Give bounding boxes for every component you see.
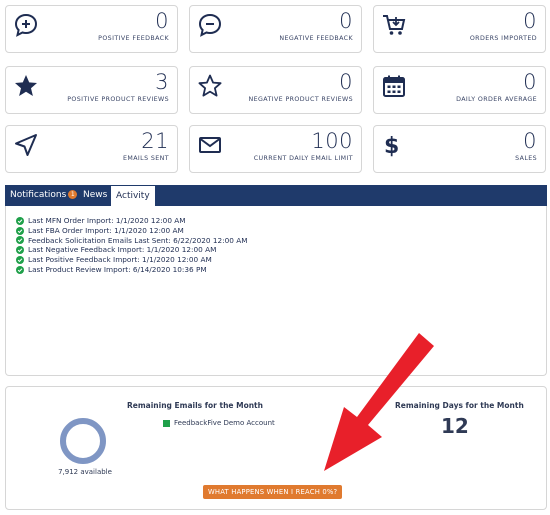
stat-value: 0	[339, 9, 353, 33]
stat-card-emails-sent[interactable]: 21 EMAILS SENT	[5, 125, 178, 173]
legend-label: FeedbackFive Demo Account	[174, 419, 275, 427]
dollar-icon: $	[384, 134, 399, 158]
tab-notifications[interactable]: Notifications 1	[5, 185, 82, 206]
tab-news[interactable]: News	[78, 185, 112, 206]
check-circle-icon	[16, 236, 24, 245]
remaining-emails-title: Remaining Emails for the Month	[127, 401, 263, 410]
star-outline-icon	[198, 74, 222, 97]
stat-value: 100	[311, 129, 353, 153]
cart-icon	[383, 15, 406, 35]
legend: FeedbackFive Demo Account	[163, 419, 275, 427]
activity-text: Last Positive Feedback Import: 1/1/2020 …	[28, 255, 212, 265]
stat-value: 0	[155, 9, 169, 33]
stat-label: SALES	[515, 155, 537, 162]
stat-card-positive-feedback[interactable]: 0 POSITIVE FEEDBACK	[5, 5, 178, 53]
stat-card-orders-imported[interactable]: 0 ORDERS IMPORTED	[373, 5, 546, 53]
stat-label: POSITIVE FEEDBACK	[98, 35, 169, 42]
stat-card-positive-product-reviews[interactable]: 3 POSITIVE PRODUCT REVIEWS	[5, 66, 178, 114]
envelope-icon	[199, 137, 221, 153]
star-filled-icon	[15, 75, 37, 96]
stat-label: NEGATIVE FEEDBACK	[279, 35, 353, 42]
stat-label: ORDERS IMPORTED	[469, 35, 537, 42]
svg-text:$: $	[384, 134, 399, 158]
stat-card-negative-product-reviews[interactable]: 0 NEGATIVE PRODUCT REVIEWS	[189, 66, 362, 114]
activity-text: Last FBA Order Import: 1/1/2020 12:00 AM	[28, 225, 184, 235]
stat-value: 3	[155, 70, 169, 94]
stat-value: 21	[141, 129, 169, 153]
stat-card-daily-order-average[interactable]: 0 DAILY ORDER AVERAGE	[373, 66, 546, 114]
remaining-days-value: 12	[441, 414, 469, 438]
notification-badge: 1	[68, 190, 78, 199]
tab-activity[interactable]: Activity	[110, 185, 156, 207]
list-item: Last Negative Feedback Import: 1/1/2020 …	[16, 245, 248, 255]
tab-label: Activity	[116, 191, 150, 201]
list-item: Last Product Review Import: 6/14/2020 10…	[16, 265, 248, 275]
stat-card-daily-email-limit[interactable]: 100 CURRENT DAILY EMAIL LIMIT	[189, 125, 362, 173]
list-item: Last Positive Feedback Import: 1/1/2020 …	[16, 255, 248, 265]
check-circle-icon	[16, 216, 24, 225]
donut-percent-label: 99%	[75, 438, 91, 446]
stat-label: EMAILS SENT	[122, 155, 169, 162]
activity-text: Last Negative Feedback Import: 1/1/2020 …	[28, 245, 217, 255]
remaining-emails-donut: 99%	[60, 418, 106, 464]
stat-label: NEGATIVE PRODUCT REVIEWS	[248, 96, 353, 103]
check-circle-icon	[16, 256, 24, 265]
what-happens-button[interactable]: WHAT HAPPENS WHEN I REACH 0%?	[203, 485, 343, 499]
stat-value: 0	[523, 129, 537, 153]
send-icon	[15, 134, 37, 156]
legend-swatch	[163, 419, 170, 427]
check-circle-icon	[16, 265, 24, 274]
activity-list: Last MFN Order Import: 1/1/2020 12:00 AM…	[16, 216, 248, 275]
activity-panel: Last MFN Order Import: 1/1/2020 12:00 AM…	[5, 206, 547, 376]
stat-label: POSITIVE PRODUCT REVIEWS	[67, 96, 169, 103]
tabs-bar: Notifications 1 News Activity	[5, 185, 547, 207]
stat-value: 0	[523, 70, 537, 94]
check-circle-icon	[16, 226, 24, 235]
list-item: Feedback Solicitation Emails Last Sent: …	[16, 236, 248, 246]
stat-label: DAILY ORDER AVERAGE	[456, 96, 537, 103]
stat-card-sales[interactable]: $ 0 SALES	[373, 125, 546, 173]
list-item: Last MFN Order Import: 1/1/2020 12:00 AM	[16, 216, 248, 226]
calendar-icon	[383, 75, 405, 97]
available-count: 7,912 available	[58, 468, 112, 476]
tab-label: Notifications	[10, 190, 67, 200]
remaining-panel: Remaining Emails for the Month 99% 7,912…	[5, 386, 547, 510]
activity-text: Last MFN Order Import: 1/1/2020 12:00 AM	[28, 216, 186, 225]
stat-card-negative-feedback[interactable]: 0 NEGATIVE FEEDBACK	[189, 5, 362, 53]
red-arrow-annotation	[324, 333, 434, 471]
activity-text: Last Product Review Import: 6/14/2020 10…	[28, 264, 207, 274]
activity-text: Feedback Solicitation Emails Last Sent: …	[28, 235, 248, 245]
stat-label: CURRENT DAILY EMAIL LIMIT	[253, 155, 353, 162]
check-circle-icon	[16, 246, 24, 255]
tab-label: News	[83, 190, 108, 200]
list-item: Last FBA Order Import: 1/1/2020 12:00 AM	[16, 226, 248, 236]
stat-value: 0	[339, 70, 353, 94]
chat-plus-icon	[14, 13, 38, 37]
chat-minus-icon	[198, 13, 222, 37]
stat-value: 0	[523, 9, 537, 33]
